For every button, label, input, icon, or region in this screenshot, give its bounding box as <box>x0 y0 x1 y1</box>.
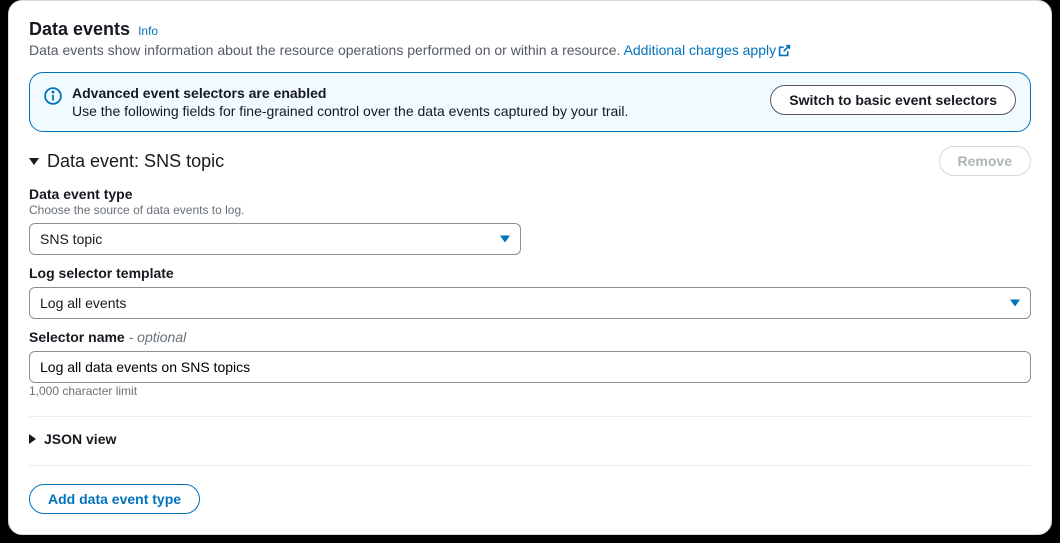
alert-text-block: Advanced event selectors are enabled Use… <box>72 85 628 119</box>
panel-description: Data events show information about the r… <box>29 42 1031 58</box>
desc-text: Data events show information about the r… <box>29 42 624 58</box>
info-icon <box>44 87 62 105</box>
optional-tag: - optional <box>125 329 186 345</box>
selector-name-label-row: Selector name - optional <box>29 329 1031 345</box>
section-title: Data event: SNS topic <box>47 151 224 172</box>
log-selector-template-field: Log selector template Log all events <box>29 265 1031 319</box>
data-event-type-label: Data event type <box>29 186 1031 202</box>
advanced-selectors-alert: Advanced event selectors are enabled Use… <box>29 72 1031 132</box>
data-event-type-field: Data event type Choose the source of dat… <box>29 186 1031 255</box>
data-event-type-value: SNS topic <box>40 231 102 247</box>
panel-header: Data events Info <box>29 19 1031 40</box>
alert-content: Advanced event selectors are enabled Use… <box>44 85 628 119</box>
caret-down-icon <box>29 158 39 165</box>
alert-title: Advanced event selectors are enabled <box>72 85 628 101</box>
log-selector-template-label: Log selector template <box>29 265 1031 281</box>
chevron-down-icon <box>1010 300 1020 307</box>
panel-title: Data events <box>29 19 130 40</box>
divider <box>29 465 1031 466</box>
section-expander[interactable]: Data event: SNS topic <box>29 151 224 172</box>
info-link[interactable]: Info <box>138 24 158 38</box>
data-event-type-hint: Choose the source of data events to log. <box>29 203 1031 217</box>
json-view-expander[interactable]: JSON view <box>29 431 1031 447</box>
selector-name-label: Selector name <box>29 329 125 345</box>
selector-name-input[interactable] <box>29 351 1031 383</box>
selector-name-field: Selector name - optional 1,000 character… <box>29 329 1031 398</box>
panel-footer: Add data event type <box>29 484 1031 514</box>
data-events-panel: Data events Info Data events show inform… <box>8 0 1052 535</box>
json-view-label: JSON view <box>44 431 116 447</box>
additional-charges-link[interactable]: Additional charges apply <box>624 42 792 58</box>
switch-basic-selectors-button[interactable]: Switch to basic event selectors <box>770 85 1016 115</box>
data-event-type-select[interactable]: SNS topic <box>29 223 521 255</box>
chevron-down-icon <box>500 236 510 243</box>
log-selector-template-value: Log all events <box>40 295 126 311</box>
divider <box>29 416 1031 417</box>
alert-description: Use the following fields for fine-graine… <box>72 103 628 119</box>
external-link-icon <box>778 44 791 57</box>
data-event-section-header: Data event: SNS topic Remove <box>29 146 1031 176</box>
selector-name-hint: 1,000 character limit <box>29 384 1031 398</box>
add-data-event-type-button[interactable]: Add data event type <box>29 484 200 514</box>
remove-button[interactable]: Remove <box>939 146 1031 176</box>
caret-right-icon <box>29 434 36 444</box>
log-selector-template-select[interactable]: Log all events <box>29 287 1031 319</box>
